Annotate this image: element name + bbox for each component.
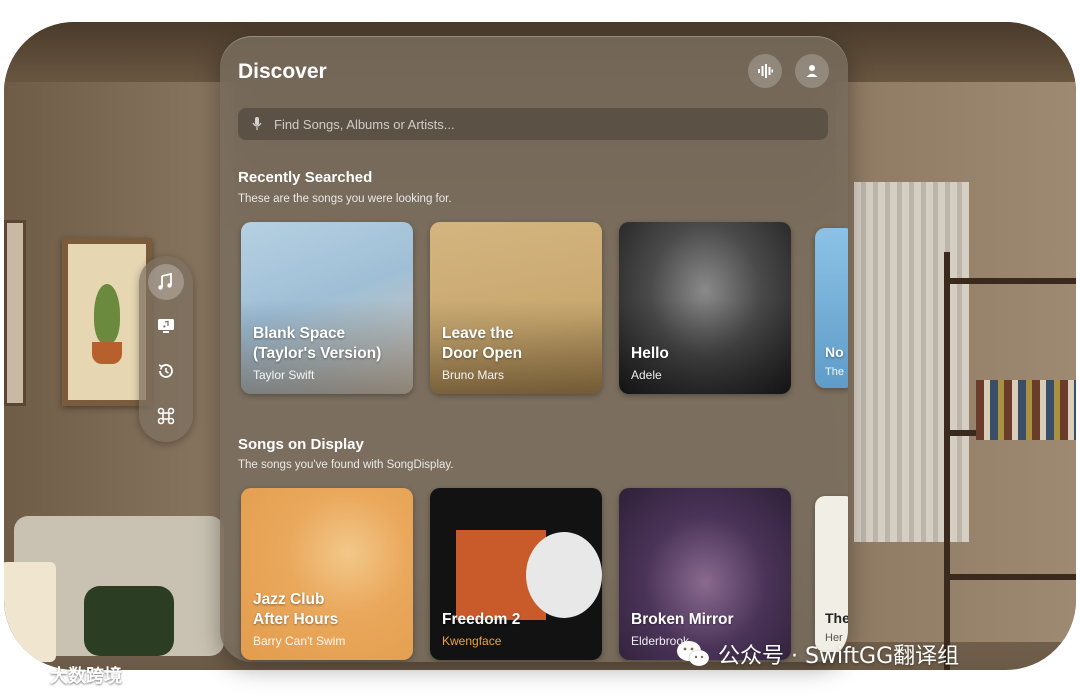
wall-frame [4,220,26,406]
song-title: No [825,344,844,360]
tab-ornament [139,256,193,442]
shelf-plank [950,574,1076,580]
song-artist: Adele [631,368,662,382]
mic-icon[interactable] [246,116,268,132]
watermark-text: 公众号 · SwiftGG翻译组 [718,644,960,669]
recently-searched-subtitle: These are the songs you were looking for… [238,193,452,205]
person-icon [806,65,818,77]
song-artist: Barry Can't Swim [253,634,346,648]
books [976,380,1076,440]
song-card[interactable]: Broken Mirror Elderbrook [619,488,791,660]
tab-history[interactable] [148,353,184,389]
waveform-button[interactable] [748,54,782,88]
song-artist: The [825,366,844,378]
lamp [4,562,56,662]
waveform-icon [758,64,773,78]
plant-pot [92,342,122,364]
bookshelf [944,252,1076,670]
discover-window: Discover Recently Searched These are the… [220,36,848,662]
song-title: Leave the Door Open [442,325,523,362]
watermark-brand-text: 大数跨境 [50,666,122,687]
song-artist: Kwengface [442,634,502,648]
album-art [815,228,848,388]
recently-searched-title: Recently Searched [238,169,373,186]
plant-leaf [94,284,120,344]
shelf-plank [950,278,1076,284]
profile-button[interactable] [795,54,829,88]
music-display-icon [158,319,174,333]
song-title: Broken Mirror [631,611,734,628]
songs-on-display-subtitle: The songs you've found with SongDisplay. [238,459,454,471]
song-title: Hello [631,345,669,362]
album-art [815,496,848,652]
song-title: The Tab [825,610,848,626]
tab-display[interactable] [148,308,184,344]
history-icon [158,364,173,378]
song-card[interactable]: The Tab Her [815,496,848,652]
song-artist: Bruno Mars [442,368,505,382]
command-icon [157,407,175,425]
song-card[interactable]: Blank Space (Taylor's Version) Taylor Sw… [241,222,413,394]
brand-logo-icon [9,668,46,682]
song-artist: Taylor Swift [253,368,315,382]
wechat-watermark: 公众号 · SwiftGG翻译组 [676,638,959,670]
wechat-icon [677,641,710,667]
brand-watermark: 大数跨境 [8,662,122,688]
song-card[interactable]: No The [815,228,848,388]
song-card[interactable]: Freedom 2 Kwengface [430,488,602,660]
tab-music[interactable] [148,264,184,300]
songs-on-display-title: Songs on Display [238,436,364,453]
tab-command[interactable] [148,398,184,434]
search-input[interactable] [268,107,828,141]
music-notes-icon [158,272,172,290]
song-card[interactable]: Leave the Door Open Bruno Mars [430,222,602,394]
song-title: Blank Space (Taylor's Version) [253,325,382,362]
vinyl-record [526,532,602,618]
song-card[interactable]: Hello Adele [619,222,791,394]
song-title: Jazz Club After Hours [253,591,339,628]
song-title: Freedom 2 [442,611,521,628]
search-bar[interactable] [238,107,828,141]
page-title: Discover [238,60,327,83]
pillow [84,586,174,656]
song-card[interactable]: Jazz Club After Hours Barry Can't Swim [241,488,413,660]
